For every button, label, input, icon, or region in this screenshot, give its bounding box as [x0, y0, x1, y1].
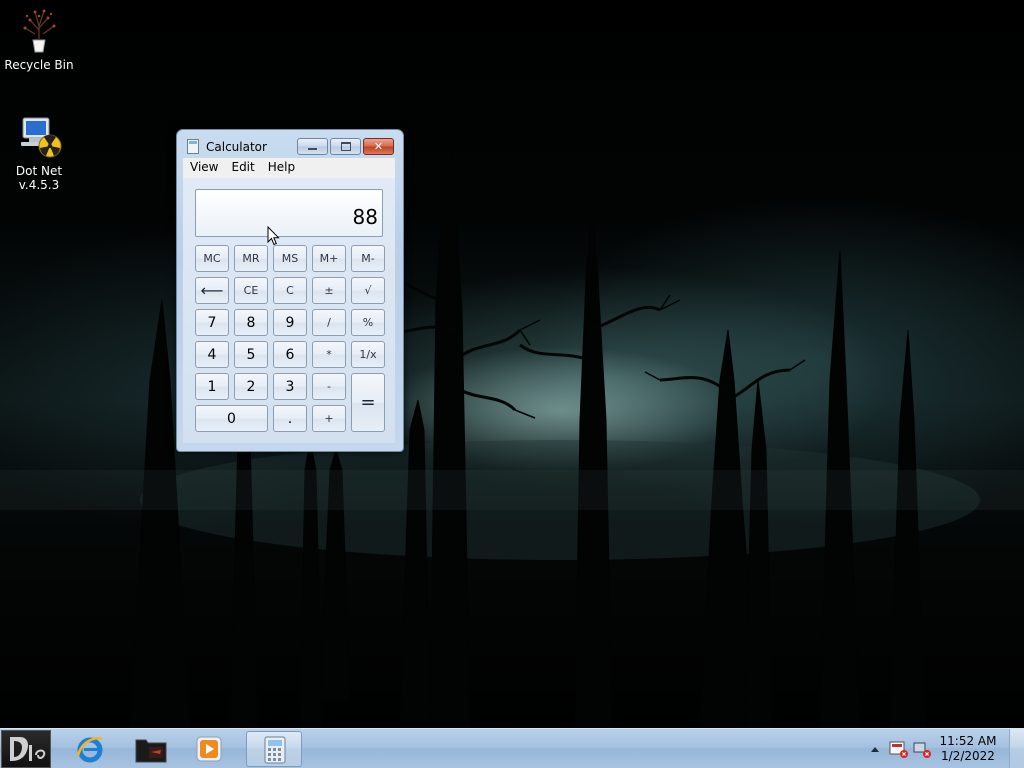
calculator-icon [187, 139, 199, 154]
multiply-button[interactable]: * [312, 341, 346, 368]
desktop: Recycle Bin Dot Net v.4.5.3 [0, 0, 1024, 728]
taskbar: 11:52 AM 1/2/2022 [0, 728, 1024, 768]
calculator-window[interactable]: Calculator ✕ View Edit Help 88 MC MR MS M+… [176, 129, 404, 452]
menu-view[interactable]: View [183, 158, 224, 174]
desktop-icon-dot-net[interactable]: Dot Net v.4.5.3 [1, 112, 77, 192]
internet-explorer-icon [76, 737, 103, 763]
digit-7-button[interactable]: 7 [195, 309, 229, 336]
network-icon[interactable] [913, 742, 931, 758]
memory-clear-button[interactable]: MC [195, 245, 229, 272]
digit-3-button[interactable]: 3 [273, 373, 307, 400]
negate-button[interactable]: ± [312, 277, 346, 304]
subtract-button[interactable]: - [312, 373, 346, 400]
desktop-icon-label-line1: Dot Net [15, 164, 63, 178]
start-logo-icon [10, 737, 46, 761]
desktop-icon-recycle-bin[interactable]: Recycle Bin [1, 6, 77, 72]
window-title: Calculator [206, 140, 267, 154]
close-button[interactable]: ✕ [363, 138, 394, 155]
taskbar-file-explorer[interactable] [122, 731, 178, 767]
clear-button[interactable]: C [273, 277, 307, 304]
calculator-body: 88 MC MR MS M+ M- ⟵ CE C ± √ 7 8 9 / % 4… [183, 178, 395, 443]
system-tray [871, 741, 931, 758]
memory-subtract-button[interactable]: M- [351, 245, 385, 272]
digit-8-button[interactable]: 8 [234, 309, 268, 336]
clock-date: 1/2/2022 [941, 749, 995, 763]
taskbar-internet-explorer[interactable] [62, 731, 118, 767]
folder-icon [135, 739, 167, 763]
digit-9-button[interactable]: 9 [273, 309, 307, 336]
digit-6-button[interactable]: 6 [273, 341, 307, 368]
desktop-icon-label-line2: v.4.5.3 [18, 178, 60, 192]
digit-0-button[interactable]: 0 [195, 405, 268, 432]
equals-button[interactable]: = [351, 373, 385, 432]
show-hidden-icons-icon[interactable] [871, 747, 879, 752]
maximize-button[interactable] [330, 138, 361, 155]
memory-store-button[interactable]: MS [273, 245, 307, 272]
mouse-cursor-icon [267, 226, 280, 246]
digit-5-button[interactable]: 5 [234, 341, 268, 368]
square-root-button[interactable]: √ [351, 277, 385, 304]
wallpaper [0, 149, 1024, 728]
divide-button[interactable]: / [312, 309, 346, 336]
memory-recall-button[interactable]: MR [234, 245, 268, 272]
percent-button[interactable]: % [351, 309, 385, 336]
clock-time: 11:52 AM [939, 734, 997, 748]
backspace-button[interactable]: ⟵ [195, 277, 229, 304]
minimize-button[interactable] [297, 138, 328, 155]
desktop-icon-label: Recycle Bin [4, 58, 74, 72]
digit-2-button[interactable]: 2 [234, 373, 268, 400]
digit-1-button[interactable]: 1 [195, 373, 229, 400]
taskbar-clock[interactable]: 11:52 AM 1/2/2022 [938, 734, 998, 764]
media-player-icon [196, 736, 222, 762]
installer-icon [21, 117, 62, 158]
taskbar-calculator[interactable] [246, 731, 302, 767]
menu-bar: View Edit Help [183, 158, 395, 178]
maximize-icon [331, 139, 360, 154]
recycle-bin-icon [23, 9, 56, 53]
reciprocal-button[interactable]: 1/x [351, 341, 385, 368]
display-value: 88 [352, 205, 378, 229]
calculator-display: 88 [195, 189, 383, 237]
start-button[interactable] [1, 730, 51, 768]
decimal-button[interactable]: . [273, 405, 307, 432]
menu-help[interactable]: Help [261, 158, 301, 174]
close-icon: ✕ [373, 140, 384, 153]
show-desktop-button[interactable] [1009, 729, 1024, 768]
clear-entry-button[interactable]: CE [234, 277, 268, 304]
taskbar-media-player[interactable] [182, 731, 238, 767]
digit-4-button[interactable]: 4 [195, 341, 229, 368]
add-button[interactable]: + [312, 405, 346, 432]
action-center-icon[interactable] [889, 741, 908, 758]
menu-edit[interactable]: Edit [224, 158, 260, 174]
minimize-icon [298, 139, 327, 154]
memory-add-button[interactable]: M+ [312, 245, 346, 272]
calculator-app-icon [264, 736, 286, 764]
